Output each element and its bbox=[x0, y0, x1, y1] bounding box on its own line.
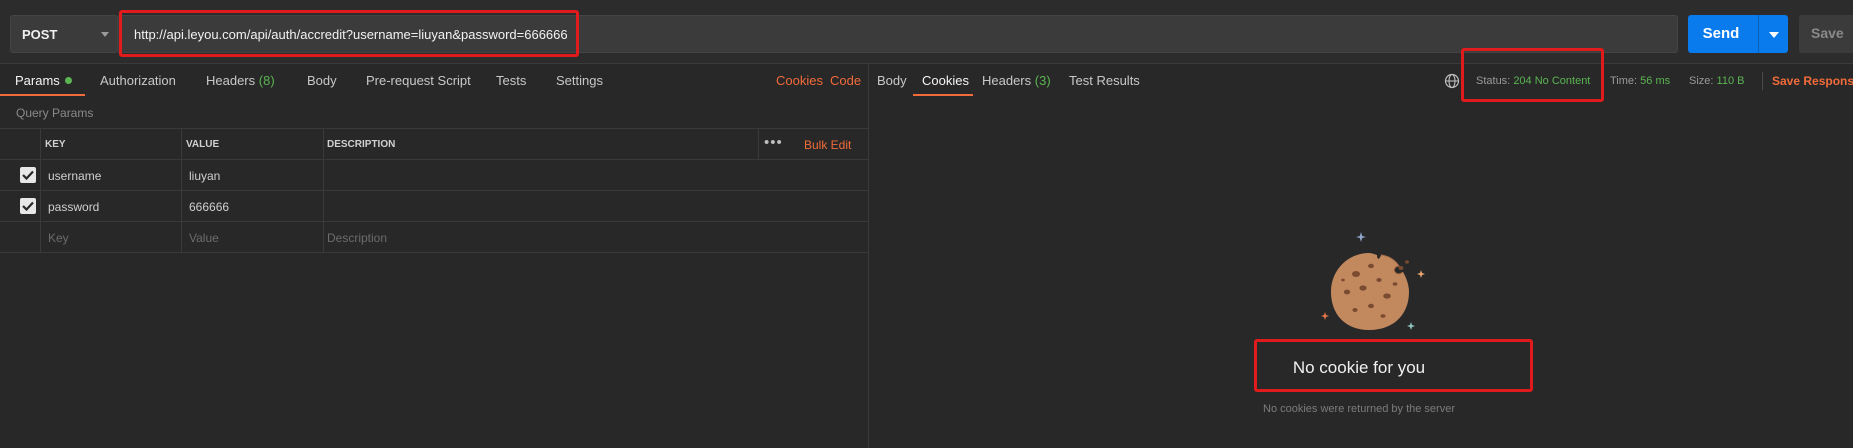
method-label: POST bbox=[22, 27, 58, 42]
response-tab-headers-count: (3) bbox=[1034, 73, 1051, 88]
method-select[interactable]: POST bbox=[10, 15, 118, 53]
new-description-input[interactable]: Description bbox=[327, 222, 387, 252]
param-value-cell[interactable]: 666666 bbox=[189, 191, 229, 221]
code-link[interactable]: Code bbox=[830, 73, 861, 88]
tab-settings[interactable]: Settings bbox=[556, 73, 603, 88]
send-divider bbox=[1758, 15, 1759, 53]
tab-headers-label: Headers bbox=[206, 73, 256, 88]
param-enabled-checkbox[interactable] bbox=[20, 167, 36, 183]
size-indicator: Size: 110 B bbox=[1689, 75, 1744, 87]
new-key-input[interactable]: Key bbox=[48, 222, 69, 252]
chevron-down-icon bbox=[101, 32, 109, 37]
send-button-label: Send bbox=[1702, 25, 1740, 42]
response-tab-body[interactable]: Body bbox=[877, 73, 907, 88]
tab-headers[interactable]: Headers (8) bbox=[206, 73, 275, 88]
size-label: Size: bbox=[1689, 75, 1714, 87]
meta-divider bbox=[1762, 72, 1763, 90]
url-annotation-box bbox=[119, 10, 579, 57]
param-value-cell[interactable]: liuyan bbox=[189, 160, 220, 190]
status-annotation-box bbox=[1461, 48, 1604, 102]
response-tab-cookies[interactable]: Cookies bbox=[922, 73, 969, 88]
bulk-edit-link[interactable]: Bulk Edit bbox=[804, 138, 851, 152]
more-options-icon[interactable]: ••• bbox=[764, 134, 783, 151]
params-active-dot-icon bbox=[64, 77, 72, 84]
query-params-table: KEY VALUE DESCRIPTION ••• Bulk Edit user… bbox=[0, 128, 868, 253]
request-pane: Params Authorization Headers (8) Body Pr… bbox=[0, 64, 868, 448]
empty-state-subtitle: No cookies were returned by the server bbox=[1263, 403, 1455, 415]
response-tab-test-results[interactable]: Test Results bbox=[1069, 73, 1140, 88]
table-row: username liuyan bbox=[0, 160, 868, 191]
param-key-cell[interactable]: username bbox=[48, 160, 101, 190]
param-enabled-checkbox[interactable] bbox=[20, 198, 36, 214]
save-button[interactable]: Save bbox=[1799, 15, 1853, 53]
response-tab-headers[interactable]: Headers (3) bbox=[982, 73, 1051, 88]
cookie-icon bbox=[1321, 232, 1425, 330]
table-header-row: KEY VALUE DESCRIPTION ••• Bulk Edit bbox=[0, 129, 868, 160]
time-label: Time: bbox=[1610, 75, 1638, 87]
column-header-value: VALUE bbox=[186, 139, 220, 150]
tab-params[interactable]: Params bbox=[15, 73, 72, 88]
param-key-cell[interactable]: password bbox=[48, 191, 99, 221]
tab-tests[interactable]: Tests bbox=[496, 73, 526, 88]
column-header-key: KEY bbox=[45, 139, 66, 150]
query-params-title: Query Params bbox=[16, 106, 94, 120]
response-active-tab-underline bbox=[913, 94, 973, 96]
cookies-link[interactable]: Cookies bbox=[776, 73, 823, 88]
send-options-chevron-icon[interactable] bbox=[1769, 32, 1779, 38]
tab-headers-count: (8) bbox=[258, 73, 275, 88]
tab-authorization[interactable]: Authorization bbox=[100, 73, 176, 88]
tab-pre-request-script[interactable]: Pre-request Script bbox=[366, 73, 471, 88]
new-param-row: Key Value Description bbox=[0, 222, 868, 253]
column-header-description: DESCRIPTION bbox=[327, 139, 396, 150]
tab-body[interactable]: Body bbox=[307, 73, 337, 88]
table-row: password 666666 bbox=[0, 191, 868, 222]
empty-state-annotation-box bbox=[1254, 339, 1533, 392]
active-tab-underline bbox=[0, 94, 85, 96]
save-response-button[interactable]: Save Response bbox=[1772, 74, 1853, 88]
new-value-input[interactable]: Value bbox=[189, 222, 219, 252]
tab-params-label: Params bbox=[15, 73, 60, 88]
time-value: 56 ms bbox=[1640, 75, 1671, 87]
time-indicator: Time: 56 ms bbox=[1610, 75, 1670, 87]
globe-icon[interactable] bbox=[1444, 73, 1460, 89]
size-value: 110 B bbox=[1716, 75, 1745, 87]
response-tab-headers-label: Headers bbox=[982, 73, 1032, 88]
send-button[interactable]: Send bbox=[1688, 15, 1788, 53]
